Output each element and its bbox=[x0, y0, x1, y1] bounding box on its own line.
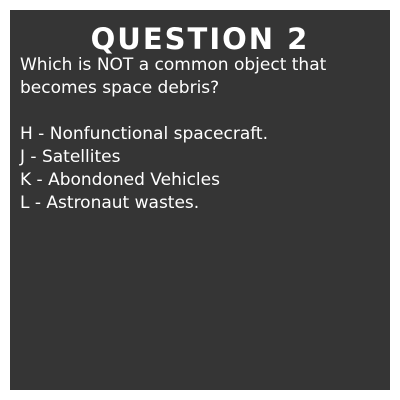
answer-list: H - Nonfunctional spacecraft. J - Satell… bbox=[20, 123, 380, 215]
answer-l: L - Astronaut wastes. bbox=[20, 193, 200, 213]
question-text: Which is NOT a common object that become… bbox=[20, 55, 327, 98]
answer-j: J - Satellites bbox=[20, 147, 121, 167]
question-title: QUESTION 2 bbox=[90, 22, 310, 56]
answer-h: H - Nonfunctional spacecraft. bbox=[20, 124, 268, 144]
question-card: QUESTION 2 Which is NOT a common object … bbox=[10, 10, 390, 390]
answer-k: K - Abondoned Vehicles bbox=[20, 170, 220, 190]
